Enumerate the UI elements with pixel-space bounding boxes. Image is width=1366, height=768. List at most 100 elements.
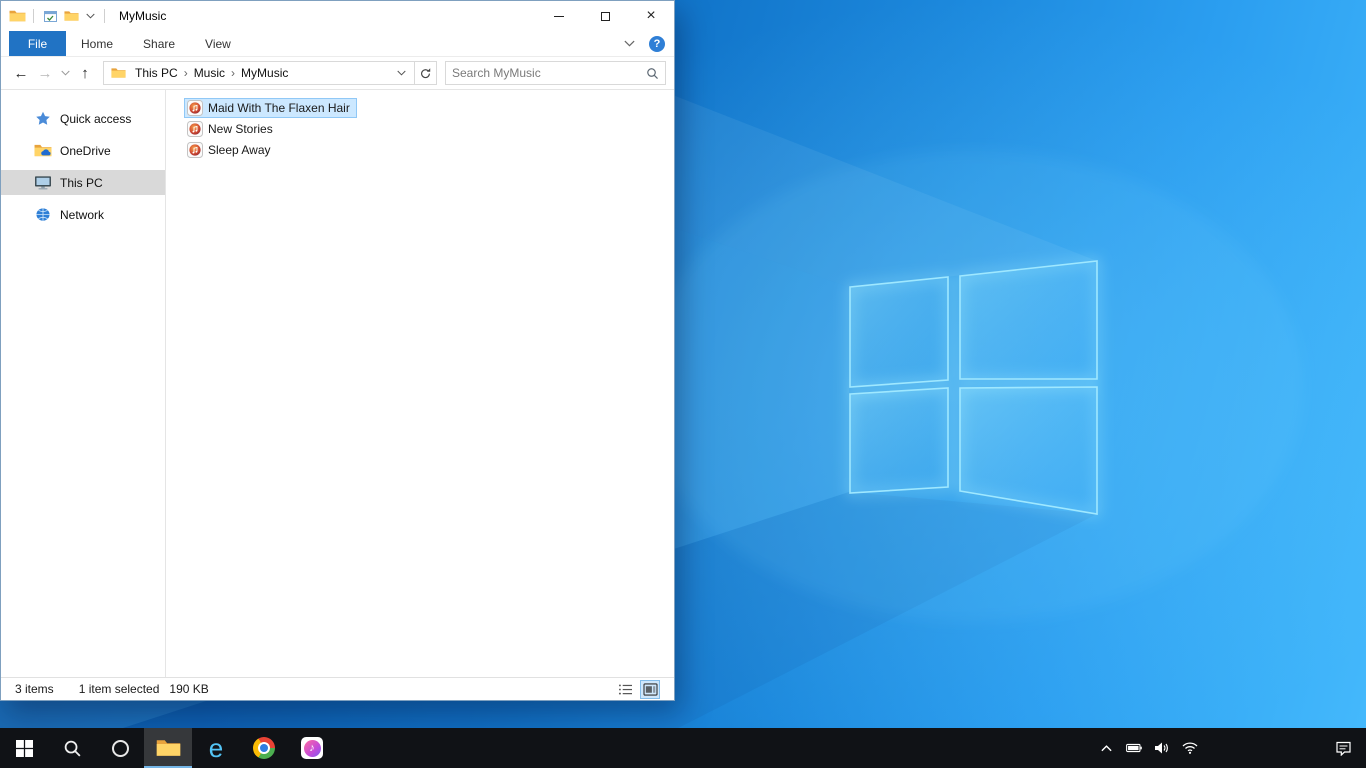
breadcrumb-music[interactable]: Music <box>189 62 230 84</box>
address-bar[interactable]: This PC › Music › MyMusic <box>103 61 415 85</box>
taskbar-file-explorer-button[interactable] <box>144 728 192 768</box>
audio-file-icon <box>187 142 203 158</box>
tab-view[interactable]: View <box>190 31 246 56</box>
this-pc-monitor-icon <box>34 175 52 190</box>
back-button[interactable]: ← <box>9 61 33 85</box>
help-button[interactable]: ? <box>649 35 665 52</box>
window-body: Quick access OneDrive This PC Network Ma… <box>1 90 674 677</box>
address-folder-icon <box>111 67 126 79</box>
refresh-button[interactable] <box>415 61 437 85</box>
file-item[interactable]: Maid With The Flaxen Hair <box>184 98 357 118</box>
window-title: MyMusic <box>119 9 167 23</box>
desktop-background[interactable]: MyMusic × File Home Share View ? ← → ↑ T… <box>0 0 1366 768</box>
network-globe-icon <box>34 207 52 222</box>
minimize-icon <box>554 15 564 17</box>
file-item[interactable]: Sleep Away <box>184 140 278 160</box>
itunes-icon: ♪ <box>301 737 323 759</box>
sidebar-item-onedrive[interactable]: OneDrive <box>1 138 165 163</box>
status-selection-size: 190 KB <box>169 682 209 696</box>
sidebar-item-label: This PC <box>60 175 103 190</box>
itunes-note-icon: ♪ <box>303 739 321 757</box>
taskbar-search-button[interactable] <box>48 728 96 768</box>
customize-qat-chevron-down-icon[interactable] <box>83 7 97 25</box>
breadcrumb-mymusic[interactable]: MyMusic <box>236 62 293 84</box>
maximize-icon <box>600 11 610 21</box>
breadcrumb-this-pc[interactable]: This PC <box>130 62 183 84</box>
status-item-count: 3 items <box>15 682 54 696</box>
start-button[interactable] <box>0 728 48 768</box>
new-folder-qat-button[interactable] <box>62 7 80 25</box>
tray-chevron-up-icon[interactable] <box>1092 728 1120 768</box>
view-toggle-buttons <box>615 679 660 699</box>
sidebar-item-label: OneDrive <box>60 143 111 158</box>
details-view-button[interactable] <box>615 680 635 699</box>
tab-share[interactable]: Share <box>128 31 190 56</box>
navigation-bar: ← → ↑ This PC › Music › MyMusic <box>1 57 674 90</box>
titlebar[interactable]: MyMusic × <box>1 1 674 31</box>
refresh-icon <box>419 67 432 80</box>
taskbar-itunes-button[interactable]: ♪ <box>288 728 336 768</box>
file-name: New Stories <box>208 122 273 136</box>
action-center-icon <box>1335 740 1352 756</box>
sidebar-item-network[interactable]: Network <box>1 202 165 227</box>
status-selection-summary: 1 item selected <box>78 682 160 696</box>
file-explorer-window: MyMusic × File Home Share View ? ← → ↑ T… <box>0 0 675 701</box>
tab-file[interactable]: File <box>9 31 66 56</box>
properties-icon <box>43 10 57 22</box>
forward-button[interactable]: → <box>33 61 57 85</box>
ribbon-tab-strip: File Home Share View ? <box>1 31 674 57</box>
internet-explorer-icon: e <box>208 733 224 763</box>
thumbnails-view-icon <box>643 683 658 696</box>
sidebar-item-this-pc[interactable]: This PC <box>1 170 165 195</box>
up-button[interactable]: ↑ <box>73 61 97 85</box>
tab-home[interactable]: Home <box>66 31 128 56</box>
qat-separator <box>104 9 105 23</box>
audio-file-icon <box>187 121 203 137</box>
caption-buttons: × <box>536 1 674 31</box>
details-view-icon <box>618 683 633 696</box>
system-tray <box>1092 728 1366 768</box>
battery-icon[interactable] <box>1120 728 1148 768</box>
address-dropdown-chevron-down-icon[interactable] <box>397 69 409 77</box>
search-box[interactable] <box>445 61 666 85</box>
new-folder-icon <box>64 10 79 22</box>
volume-icon[interactable] <box>1148 728 1176 768</box>
onedrive-icon <box>34 143 52 158</box>
chrome-icon <box>253 737 275 759</box>
sidebar-item-label: Network <box>60 207 105 222</box>
files-pane[interactable]: Maid With The Flaxen Hair New Stories Sl… <box>166 90 674 677</box>
taskbar-chrome-button[interactable] <box>240 728 288 768</box>
navigation-pane: Quick access OneDrive This PC Network <box>1 90 166 677</box>
action-center-button[interactable] <box>1320 728 1366 768</box>
minimize-button[interactable] <box>536 1 582 31</box>
quick-access-star-icon <box>34 111 52 126</box>
taskbar: e ♪ <box>0 728 1366 768</box>
app-folder-icon[interactable] <box>9 9 26 23</box>
windows-start-icon <box>16 740 33 757</box>
cortana-ring-icon <box>111 739 129 757</box>
file-name: Sleep Away <box>208 143 271 157</box>
search-icon <box>646 67 659 80</box>
close-button[interactable]: × <box>628 1 674 31</box>
maximize-button[interactable] <box>582 1 628 31</box>
sidebar-item-label: Quick access <box>60 111 132 126</box>
expand-ribbon-chevron-down-icon[interactable] <box>624 37 638 51</box>
thumbnails-view-button[interactable] <box>640 679 660 699</box>
close-icon: × <box>646 7 656 24</box>
file-explorer-icon <box>156 738 181 758</box>
properties-qat-button[interactable] <box>41 7 59 25</box>
network-wifi-icon[interactable] <box>1176 728 1204 768</box>
sidebar-item-quick-access[interactable]: Quick access <box>1 106 165 131</box>
status-bar: 3 items 1 item selected 190 KB <box>1 677 674 700</box>
tray-spacer <box>1204 728 1320 768</box>
file-name: Maid With The Flaxen Hair <box>208 101 350 115</box>
audio-file-icon <box>187 100 203 116</box>
file-item[interactable]: New Stories <box>184 119 280 139</box>
qat-separator <box>33 9 34 23</box>
search-icon <box>63 739 82 758</box>
ribbon-right-controls: ? <box>624 31 665 56</box>
recent-locations-chevron-down-icon[interactable] <box>57 61 73 85</box>
taskbar-internet-explorer-button[interactable]: e <box>192 728 240 768</box>
cortana-button[interactable] <box>96 728 144 768</box>
search-input[interactable] <box>452 66 646 80</box>
